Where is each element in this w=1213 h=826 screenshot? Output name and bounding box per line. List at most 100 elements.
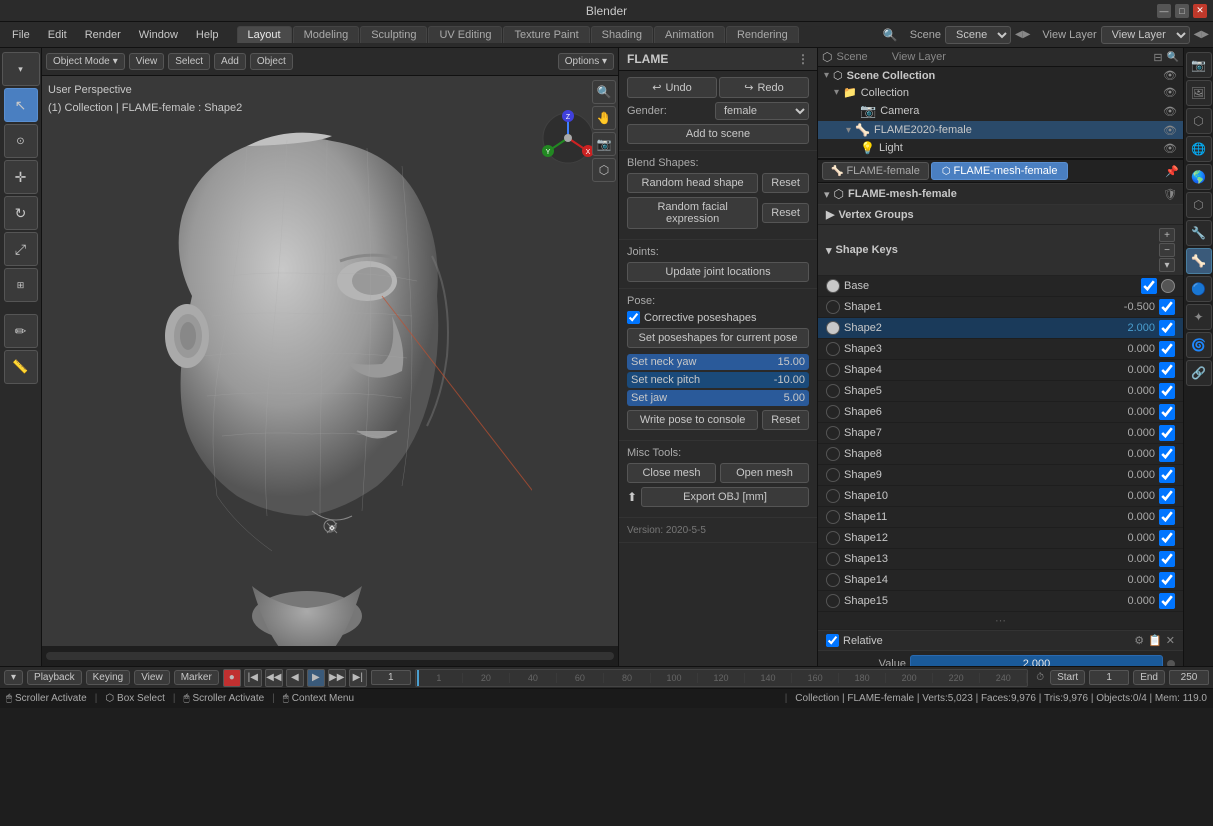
tl-keying-btn[interactable]: Keying	[86, 670, 131, 685]
sk-check-shape4[interactable]	[1159, 362, 1175, 378]
add-to-scene-btn[interactable]: Add to scene	[627, 124, 809, 144]
menu-file[interactable]: File	[4, 27, 38, 43]
sk-check-shape15[interactable]	[1159, 593, 1175, 609]
workspace-layout[interactable]: Layout	[237, 26, 292, 43]
props-particles-icon[interactable]: ✦	[1186, 304, 1212, 330]
tl-prev-frame-btn[interactable]: ◀◀	[265, 669, 283, 687]
shape-key-shape6[interactable]: Shape6 0.000	[818, 402, 1183, 423]
workspace-animation[interactable]: Animation	[654, 26, 725, 43]
relative-check[interactable]	[826, 634, 839, 647]
tl-skip-start-btn[interactable]: |◀	[244, 669, 262, 687]
shape-key-shape11[interactable]: Shape11 0.000	[818, 507, 1183, 528]
vp-scrollbar[interactable]	[46, 652, 614, 660]
workspace-uv-editing[interactable]: UV Editing	[428, 26, 502, 43]
props-view-layer-icon[interactable]: ⬡	[1186, 108, 1212, 134]
gender-select[interactable]: female male	[715, 102, 809, 120]
sk-check-shape2[interactable]	[1159, 320, 1175, 336]
shape-key-shape14[interactable]: Shape14 0.000	[818, 570, 1183, 591]
reset-facial-btn[interactable]: Reset	[762, 203, 809, 223]
tl-record-btn[interactable]: ●	[223, 669, 241, 687]
sk-check-shape10[interactable]	[1159, 488, 1175, 504]
props-world-icon[interactable]: 🌎	[1186, 164, 1212, 190]
shape-key-shape13[interactable]: Shape13 0.000	[818, 549, 1183, 570]
props-render-icon[interactable]: 📷	[1186, 52, 1212, 78]
shape-key-shape12[interactable]: Shape12 0.000	[818, 528, 1183, 549]
tl-marker-btn[interactable]: Marker	[174, 670, 219, 685]
write-console-btn[interactable]: Write pose to console	[627, 410, 758, 430]
view-menu[interactable]: View	[129, 53, 165, 70]
export-obj-btn[interactable]: Export OBJ [mm]	[641, 487, 809, 507]
rel-icon3[interactable]: ✕	[1166, 634, 1175, 647]
shape-key-shape9[interactable]: Shape9 0.000	[818, 465, 1183, 486]
update-joints-btn[interactable]: Update joint locations	[627, 262, 809, 282]
corrective-poseshapes-check[interactable]	[627, 311, 640, 324]
shape-key-shape3[interactable]: Shape3 0.000	[818, 339, 1183, 360]
search-icon[interactable]: 🔍	[1167, 52, 1179, 63]
tool-measure[interactable]: 📏	[4, 350, 38, 384]
redo-button[interactable]: ↪ Redo	[719, 77, 809, 98]
select-menu[interactable]: Select	[168, 53, 210, 70]
tool-scale[interactable]: ⤢	[4, 232, 38, 266]
tl-play-btn[interactable]: ▶	[307, 669, 325, 687]
props-options-icon[interactable]: 📌	[1165, 165, 1179, 178]
scene-selector[interactable]: Scene	[945, 26, 1011, 44]
props-physics-icon[interactable]: 🌀	[1186, 332, 1212, 358]
lamp-btn[interactable]: ⬡	[592, 158, 616, 182]
close-mesh-btn[interactable]: Close mesh	[627, 463, 716, 483]
tool-transform[interactable]: ⊞	[4, 268, 38, 302]
tl-end-input[interactable]	[1169, 670, 1209, 685]
sk-check-shape11[interactable]	[1159, 509, 1175, 525]
shape-keys-section[interactable]: ▾ Shape Keys + − ▾	[818, 225, 1183, 276]
shape-key-down-btn[interactable]: ▾	[1159, 258, 1175, 272]
props-object-icon[interactable]: ⬡	[1186, 192, 1212, 218]
undo-button[interactable]: ↩ Undo	[627, 77, 717, 98]
tl-frame-strip[interactable]: 1 20 40 60 80 100 120 140 160 180 200 22…	[415, 669, 1028, 687]
minimize-button[interactable]: —	[1157, 4, 1171, 18]
tool-select[interactable]: ↖	[4, 88, 38, 122]
light-item[interactable]: 💡 Light 👁	[818, 139, 1183, 157]
tool-annotate[interactable]: ✏	[4, 314, 38, 348]
flame-eye[interactable]: 👁	[1163, 124, 1177, 137]
add-menu[interactable]: Add	[214, 53, 246, 70]
mode-dropdown[interactable]: Object Mode ▾	[46, 53, 125, 70]
filter-icon[interactable]: ⊟	[1153, 51, 1162, 64]
menu-edit[interactable]: Edit	[40, 27, 75, 43]
collection-eye[interactable]: 👁	[1163, 86, 1177, 99]
value-input[interactable]	[910, 655, 1163, 666]
camera-btn[interactable]: 📷	[592, 132, 616, 156]
shape-key-shape5[interactable]: Shape5 0.000	[818, 381, 1183, 402]
tl-view-btn[interactable]: View	[134, 670, 170, 685]
open-mesh-btn[interactable]: Open mesh	[720, 463, 809, 483]
light-eye[interactable]: 👁	[1163, 142, 1177, 155]
tl-next-btn[interactable]: ▶▶	[328, 669, 346, 687]
shape-key-shape8[interactable]: Shape8 0.000	[818, 444, 1183, 465]
scene-collection-eye[interactable]: 👁	[1163, 69, 1177, 82]
menu-help[interactable]: Help	[188, 27, 227, 43]
vertex-groups-section[interactable]: ▶ Vertex Groups	[818, 205, 1183, 225]
shape-key-shape7[interactable]: Shape7 0.000	[818, 423, 1183, 444]
sk-check-shape6[interactable]	[1159, 404, 1175, 420]
camera-item[interactable]: 📷 Camera 👁	[818, 101, 1183, 121]
sk-check-shape13[interactable]	[1159, 551, 1175, 567]
shape-key-shape15[interactable]: Shape15 0.000	[818, 591, 1183, 612]
props-material-icon[interactable]: 🔵	[1186, 276, 1212, 302]
workspace-texture-paint[interactable]: Texture Paint	[503, 26, 589, 43]
sk-check-shape1[interactable]	[1159, 299, 1175, 315]
random-head-btn[interactable]: Random head shape	[627, 173, 758, 193]
close-button[interactable]: ✕	[1193, 4, 1207, 18]
tl-start-input[interactable]	[1089, 670, 1129, 685]
add-shape-key-btn[interactable]: +	[1159, 228, 1175, 242]
object-menu[interactable]: Object	[250, 53, 293, 70]
mesh-tab-flame-female[interactable]: 🦴 FLAME-female	[822, 162, 929, 180]
props-scene-icon[interactable]: 🌐	[1186, 136, 1212, 162]
workspace-rendering[interactable]: Rendering	[726, 26, 799, 43]
props-data-icon[interactable]: 🦴	[1186, 248, 1212, 274]
set-poseshapes-btn[interactable]: Set poseshapes for current pose	[627, 328, 809, 348]
sk-check-shape14[interactable]	[1159, 572, 1175, 588]
sk-check-shape12[interactable]	[1159, 530, 1175, 546]
zoom-in-btn[interactable]: 🔍	[592, 80, 616, 104]
shape-key-base[interactable]: Base	[818, 276, 1183, 297]
mode-selector[interactable]: ▾	[2, 52, 40, 86]
menu-render[interactable]: Render	[77, 27, 129, 43]
workspace-modeling[interactable]: Modeling	[293, 26, 360, 43]
